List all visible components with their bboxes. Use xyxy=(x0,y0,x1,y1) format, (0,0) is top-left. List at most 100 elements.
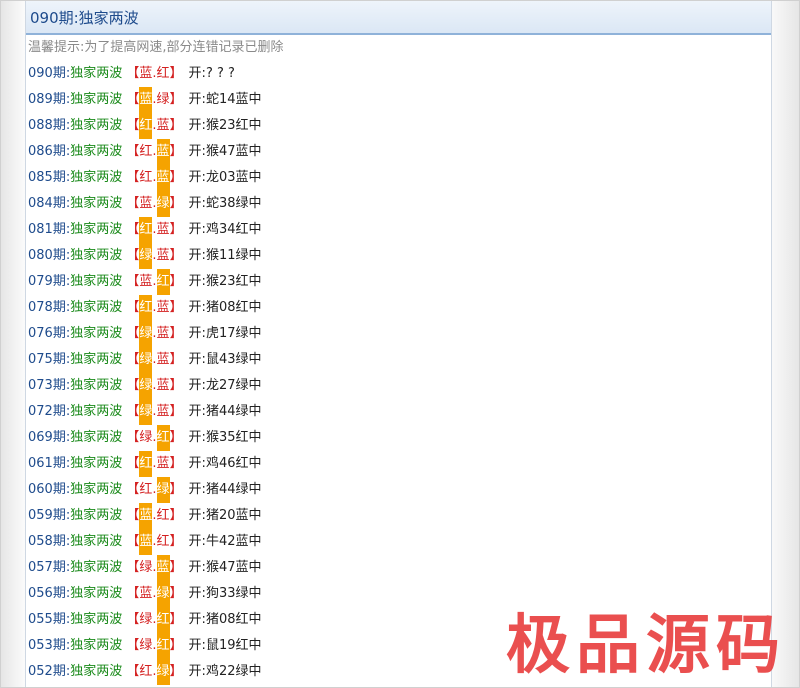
bracket-close: 】 xyxy=(169,430,183,445)
game-name: 独家两波 xyxy=(70,638,123,653)
list-item: 061期:独家两波 【红.蓝】 开:鸡46红中 xyxy=(26,451,771,477)
result-value: 猪08红中 xyxy=(205,300,262,315)
game-name: 独家两波 xyxy=(70,404,123,419)
color-pick-2: 蓝 xyxy=(156,300,170,315)
bracket-close: 】 xyxy=(169,170,183,185)
result-value: 蛇38绿中 xyxy=(205,196,262,211)
bracket-open: 【 xyxy=(122,196,140,211)
list-item: 072期:独家两波 【绿.蓝】 开:猪44绿中 xyxy=(26,399,771,425)
issue-number: 081期: xyxy=(28,222,71,237)
result-text: 开:猪08红中 xyxy=(189,300,262,315)
bracket-close: 】 xyxy=(169,664,183,679)
result-value: 猴47蓝中 xyxy=(205,144,262,159)
result-value: 蛇14蓝中 xyxy=(205,92,262,107)
color-pick-1: 绿 xyxy=(139,399,153,425)
bracket-close: 】 xyxy=(169,612,183,627)
list-item: 088期:独家两波 【红.蓝】 开:猴23红中 xyxy=(26,113,771,139)
issue-number: 060期: xyxy=(28,482,71,497)
issue-number: 053期: xyxy=(28,638,71,653)
open-prefix: 开: xyxy=(188,274,206,289)
color-pick-1: 绿 xyxy=(139,612,153,627)
color-pick-1: 蓝 xyxy=(139,503,153,529)
bracket-close: 】 xyxy=(169,508,183,523)
color-pick-2: 蓝 xyxy=(156,404,170,419)
result-text: 开:蛇14蓝中 xyxy=(189,92,262,107)
bracket-open: 【 xyxy=(122,664,140,679)
result-value: 鸡46红中 xyxy=(205,456,262,471)
color-pick-2: 绿 xyxy=(156,92,170,107)
issue-number: 086期: xyxy=(28,144,71,159)
list-item: 081期:独家两波 【红.蓝】 开:鸡34红中 xyxy=(26,217,771,243)
game-name: 独家两波 xyxy=(70,66,123,81)
bracket-open: 【 xyxy=(122,326,140,341)
color-pick-2: 红 xyxy=(156,633,170,659)
bracket-open: 【 xyxy=(122,92,140,107)
result-text: 开:猴47蓝中 xyxy=(189,144,262,159)
bracket-close: 】 xyxy=(169,482,183,497)
issue-number: 076期: xyxy=(28,326,71,341)
bracket-close: 】 xyxy=(169,326,183,341)
bracket-open: 【 xyxy=(122,66,140,81)
bracket-close: 】 xyxy=(169,222,183,237)
record-list: 090期:独家两波 【蓝.红】 开:? ? ? 089期:独家两波 【蓝.绿】 开:蛇… xyxy=(26,61,771,685)
result-text: 开:鼠19红中 xyxy=(189,638,262,653)
game-name: 独家两波 xyxy=(70,300,123,315)
bracket-open: 【 xyxy=(122,170,140,185)
open-prefix: 开: xyxy=(188,300,206,315)
bracket-close: 】 xyxy=(169,456,183,471)
result-text: 开:猴47蓝中 xyxy=(189,560,262,575)
issue-number: 061期: xyxy=(28,456,71,471)
color-pick-1: 绿 xyxy=(139,430,153,445)
color-pick-1: 蓝 xyxy=(139,66,153,81)
open-prefix: 开: xyxy=(188,170,206,185)
game-name: 独家两波 xyxy=(70,170,123,185)
result-value: 猴23红中 xyxy=(205,118,262,133)
bracket-open: 【 xyxy=(122,118,140,133)
bracket-close: 】 xyxy=(169,534,183,549)
result-text: 开:? ? ? xyxy=(189,66,235,81)
list-item: 090期:独家两波 【蓝.红】 开:? ? ? xyxy=(26,61,771,87)
result-value: 猪44绿中 xyxy=(205,404,262,419)
bracket-close: 】 xyxy=(169,378,183,393)
color-pick-1: 红 xyxy=(139,664,153,679)
open-prefix: 开: xyxy=(188,482,206,497)
result-text: 开:蛇38绿中 xyxy=(189,196,262,211)
result-value: 龙27绿中 xyxy=(205,378,262,393)
color-pick-2: 蓝 xyxy=(156,222,170,237)
game-name: 独家两波 xyxy=(70,586,123,601)
open-prefix: 开: xyxy=(188,66,206,81)
content-panel: 090期:独家两波 温馨提示:为了提高网速,部分连错记录已删除 090期:独家两… xyxy=(25,1,772,687)
bracket-open: 【 xyxy=(122,560,140,575)
color-pick-1: 红 xyxy=(139,113,153,139)
issue-number: 069期: xyxy=(28,430,71,445)
bracket-open: 【 xyxy=(122,456,140,471)
color-pick-2: 绿 xyxy=(156,477,170,503)
game-name: 独家两波 xyxy=(70,430,123,445)
result-text: 开:猴23红中 xyxy=(189,118,262,133)
bracket-open: 【 xyxy=(122,508,140,523)
result-value: 猴23红中 xyxy=(205,274,262,289)
issue-number: 090期: xyxy=(28,66,71,81)
color-pick-1: 蓝 xyxy=(139,274,153,289)
list-item: 086期:独家两波 【红.蓝】 开:猴47蓝中 xyxy=(26,139,771,165)
bracket-open: 【 xyxy=(122,144,140,159)
bracket-close: 】 xyxy=(169,118,183,133)
bracket-open: 【 xyxy=(122,378,140,393)
list-item: 060期:独家两波 【红.绿】 开:猪44绿中 xyxy=(26,477,771,503)
game-name: 独家两波 xyxy=(70,378,123,393)
game-name: 独家两波 xyxy=(70,118,123,133)
color-pick-1: 蓝 xyxy=(139,196,153,211)
list-item: 079期:独家两波 【蓝.红】 开:猴23红中 xyxy=(26,269,771,295)
color-pick-1: 绿 xyxy=(139,243,153,269)
open-prefix: 开: xyxy=(188,352,206,367)
page-frame: 090期:独家两波 温馨提示:为了提高网速,部分连错记录已删除 090期:独家两… xyxy=(0,0,800,688)
open-prefix: 开: xyxy=(188,456,206,471)
bracket-close: 】 xyxy=(169,300,183,315)
bracket-close: 】 xyxy=(169,404,183,419)
color-pick-1: 红 xyxy=(139,144,153,159)
bracket-open: 【 xyxy=(122,482,140,497)
open-prefix: 开: xyxy=(188,378,206,393)
color-pick-1: 绿 xyxy=(139,347,153,373)
result-value: 猴11绿中 xyxy=(205,248,262,263)
left-margin xyxy=(1,1,25,687)
